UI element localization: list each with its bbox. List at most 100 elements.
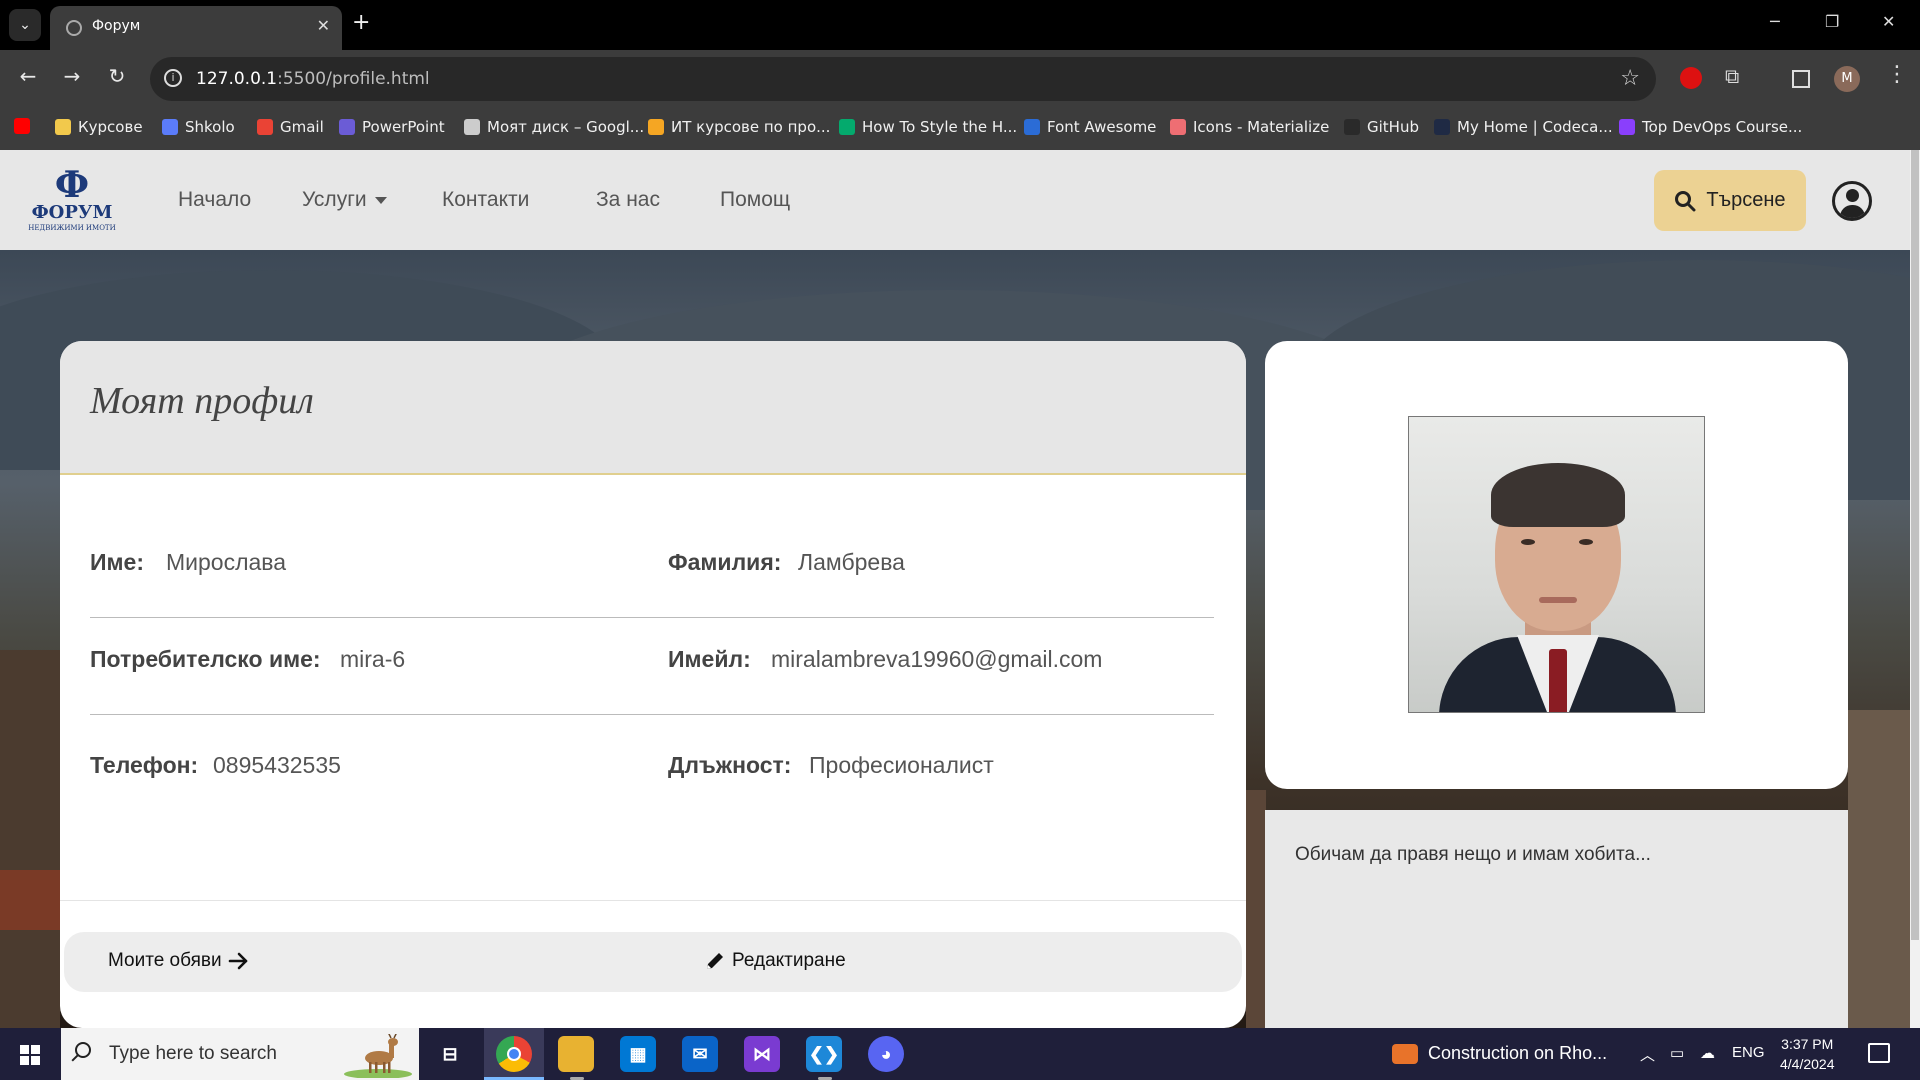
username-label: Потребителско име: — [90, 646, 321, 672]
nav-link-services[interactable]: Услуги — [302, 188, 387, 212]
bookmark-label: Font Awesome — [1047, 118, 1157, 136]
bookmark-favicon-icon — [1024, 119, 1040, 135]
search-button-label: Търсене — [1706, 189, 1786, 211]
first-name-value: Мирослава — [166, 549, 287, 575]
profile-avatar[interactable]: M — [1834, 66, 1860, 92]
bookmark-label: My Home | Codeca... — [1457, 118, 1613, 136]
menu-kebab-icon[interactable]: ⋮ — [1886, 62, 1908, 87]
onedrive-icon[interactable]: ☁ — [1700, 1044, 1715, 1062]
bookmark-star-icon[interactable]: ☆ — [1620, 66, 1640, 91]
bookmark-favicon-icon — [839, 119, 855, 135]
background-building — [0, 650, 60, 1028]
microsoft-store-icon[interactable]: ▦ — [620, 1036, 656, 1072]
background-roof — [0, 870, 60, 930]
new-tab-button[interactable]: + — [352, 10, 370, 35]
profile-card-footer: Моите обяви Редактиране — [64, 932, 1242, 992]
bookmark-label: Курсове — [78, 118, 143, 136]
bookmark-favicon-icon — [464, 119, 480, 135]
taskbar-search[interactable]: Type here to search — [61, 1028, 419, 1080]
bookmark-label: GitHub — [1367, 118, 1419, 136]
bookmark-label: Shkolo — [185, 118, 235, 136]
construction-icon — [1392, 1043, 1418, 1064]
bookmark-label: ИТ курсове по про... — [671, 118, 831, 136]
bookmark-favicon-icon — [1619, 119, 1635, 135]
back-button[interactable]: ← — [14, 64, 42, 88]
mail-icon[interactable]: ✉ — [682, 1036, 718, 1072]
nav-link-about[interactable]: За нас — [596, 188, 660, 212]
bookmark-2[interactable]: Shkolo — [162, 118, 235, 136]
profile-photo-card — [1265, 341, 1848, 789]
tab-search-button[interactable]: ⌄ — [9, 9, 41, 41]
language-indicator[interactable]: ENG — [1732, 1044, 1765, 1061]
user-account-icon[interactable] — [1832, 181, 1872, 221]
nav-link-home[interactable]: Начало — [178, 188, 251, 212]
search-button[interactable]: Търсене — [1654, 170, 1806, 231]
search-icon — [75, 1042, 91, 1058]
news-widget[interactable]: Construction on Rho... — [1392, 1043, 1607, 1064]
row-divider — [90, 714, 1214, 715]
windows-taskbar: Type here to search ⊟ ▦ ✉ ⋈ ❮❯ ◕ Constru… — [0, 1028, 1920, 1080]
bio-text: Обичам да правя нещо и имам хобита... — [1295, 844, 1651, 865]
browser-toolbar: ← → ↻ i 127.0.0.1:5500/profile.html ☆ ⧉ … — [0, 50, 1920, 108]
bookmark-8[interactable]: Font Awesome — [1024, 118, 1156, 136]
browser-tab[interactable]: Форум ✕ — [50, 6, 342, 50]
profile-photo — [1408, 416, 1705, 713]
side-panel-icon[interactable] — [1792, 70, 1810, 88]
bookmark-1[interactable]: Курсове — [55, 118, 143, 136]
bookmark-4[interactable]: PowerPoint — [339, 118, 445, 136]
globe-icon — [66, 20, 82, 36]
bookmark-label: Моят диск – Googl... — [487, 118, 645, 136]
chrome-icon[interactable] — [496, 1036, 532, 1072]
logo-emblem: Ф — [54, 164, 90, 206]
close-window-button[interactable]: ✕ — [1882, 12, 1895, 31]
card-footer-separator — [60, 900, 1246, 901]
bookmark-9[interactable]: Icons - Materialize — [1170, 118, 1329, 136]
reload-button[interactable]: ↻ — [103, 64, 131, 88]
url-text[interactable]: 127.0.0.1:5500/profile.html — [196, 69, 430, 89]
profile-card: Моят профил Име: Мирослава Фамилия: Ламб… — [60, 341, 1246, 1028]
scrollbar-thumb[interactable] — [1911, 150, 1919, 940]
minimize-button[interactable]: ─ — [1770, 12, 1780, 31]
email-value: miralambreva19960@gmail.com — [771, 646, 1103, 672]
bookmark-favicon-icon — [55, 119, 71, 135]
bookmark-label: Gmail — [280, 118, 324, 136]
bookmark-11[interactable]: My Home | Codeca... — [1434, 118, 1613, 136]
close-tab-icon[interactable]: ✕ — [317, 16, 330, 35]
my-ads-link[interactable]: Моите обяви — [108, 950, 250, 972]
bookmark-3[interactable]: Gmail — [257, 118, 324, 136]
tray-chevron-icon[interactable]: ︿ — [1640, 1044, 1655, 1065]
nav-link-help[interactable]: Помощ — [720, 188, 790, 212]
bookmark-favicon-icon — [339, 119, 355, 135]
discord-icon[interactable]: ◕ — [868, 1036, 904, 1072]
extensions-puzzle-icon[interactable]: ⧉ — [1725, 64, 1739, 88]
bookmark-10[interactable]: GitHub — [1344, 118, 1419, 136]
forward-button[interactable]: → — [58, 64, 86, 88]
vscode-icon[interactable]: ❮❯ — [806, 1036, 842, 1072]
bookmark-favicon-icon — [257, 119, 273, 135]
network-icon[interactable]: ▭ — [1670, 1044, 1684, 1062]
nav-link-contacts[interactable]: Контакти — [442, 188, 529, 212]
edit-profile-button[interactable]: Редактиране — [704, 950, 846, 972]
address-bar[interactable]: i 127.0.0.1:5500/profile.html ☆ — [150, 57, 1656, 101]
row-divider — [90, 617, 1214, 618]
site-logo[interactable]: Ф ФОРУМ НЕДВИЖИМИ ИМОТИ — [24, 166, 120, 232]
notification-center-icon[interactable] — [1868, 1043, 1890, 1063]
bookmark-label: Icons - Materialize — [1193, 118, 1330, 136]
taskbar-clock[interactable]: 3:37 PM 4/4/2024 — [1780, 1034, 1835, 1074]
site-info-icon[interactable]: i — [164, 69, 182, 87]
bookmark-0[interactable] — [14, 118, 30, 134]
task-view-icon[interactable]: ⊟ — [432, 1036, 468, 1072]
bookmark-7[interactable]: How To Style the H... — [839, 118, 1017, 136]
restore-button[interactable]: ❐ — [1825, 12, 1839, 31]
bookmark-12[interactable]: Top DevOps Course... — [1619, 118, 1802, 136]
logo-text: ФОРУМ — [31, 202, 113, 223]
bookmark-5[interactable]: Моят диск – Googl... — [464, 118, 644, 136]
file-explorer-icon[interactable] — [558, 1036, 594, 1072]
extension-icon[interactable] — [1680, 67, 1702, 89]
bookmark-6[interactable]: ИТ курсове по про... — [648, 118, 830, 136]
web-page: Ф ФОРУМ НЕДВИЖИМИ ИМОТИ Начало Услуги Ко… — [0, 150, 1910, 1028]
bookmark-label: PowerPoint — [362, 118, 445, 136]
visual-studio-icon[interactable]: ⋈ — [744, 1036, 780, 1072]
windows-start-icon[interactable] — [20, 1045, 40, 1065]
phone-value: 0895432535 — [213, 752, 341, 778]
